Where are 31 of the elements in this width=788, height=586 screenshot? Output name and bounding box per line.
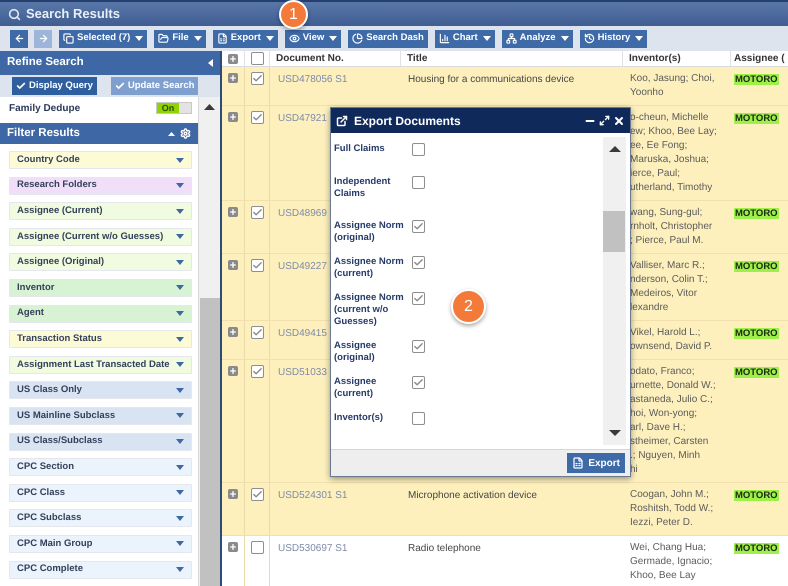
option-label: Independent Claims	[334, 176, 392, 200]
table-cell-text: Vikel, Harold L.; ownsend, David P.	[630, 326, 714, 354]
toggle-value: On	[157, 103, 179, 113]
assignee-tag: MOTORO	[734, 328, 779, 339]
table-cell: Housing for a communications device	[408, 74, 574, 85]
option-label: Assignee (current)	[334, 376, 378, 400]
table-cell-text: Valliser, Marc R.; nderson, Colin T.; Medeiros, Vitor lexandre	[630, 259, 709, 315]
table-cell-text: Wei, Chang Hua; Germade, Ignacio; Khoo, Bee Lay	[630, 541, 714, 583]
assignee-tag: MOTORO	[734, 367, 779, 378]
assignee-tag: MOTORO	[734, 490, 779, 501]
table-cell-text: Coogan, John M.; Roshitsh, Todd W.; Iezzi, Peter D.	[630, 488, 714, 530]
toggle-label: Family Dedupe	[9, 102, 80, 116]
assignee-tag: MOTORO	[734, 543, 779, 554]
dialog-title: Export Documents	[354, 112, 461, 130]
table-cell: Microphone activation device	[408, 490, 537, 501]
option-label: Assignee Norm (current)	[334, 256, 405, 280]
table-cell-text: Koo, Jasung; Choi, Yoonho	[630, 72, 716, 100]
panel-title: Refine Search	[7, 55, 84, 70]
window-title: Search Results	[26, 5, 120, 24]
option-label: Full Claims	[334, 143, 386, 155]
option-label: Assignee Norm (current w/o Guesses)	[334, 292, 405, 328]
assignee-tag: MOTORO	[734, 113, 779, 124]
option-label: Inventor(s)	[334, 412, 384, 424]
assignee-tag: MOTORO	[734, 208, 779, 219]
option-label: Assignee (original)	[334, 340, 378, 364]
assignee-tag: MOTORO	[734, 261, 779, 272]
table-cell-text: wang, Sung-gul; rnholt, Christopher ; Pierce, Paul M.	[630, 206, 714, 248]
assignee-tag: MOTORO	[734, 74, 779, 85]
table-cell: Radio telephone	[408, 543, 481, 554]
option-label: Assignee Norm (original)	[334, 220, 405, 244]
panel-title: Filter Results	[7, 126, 80, 141]
